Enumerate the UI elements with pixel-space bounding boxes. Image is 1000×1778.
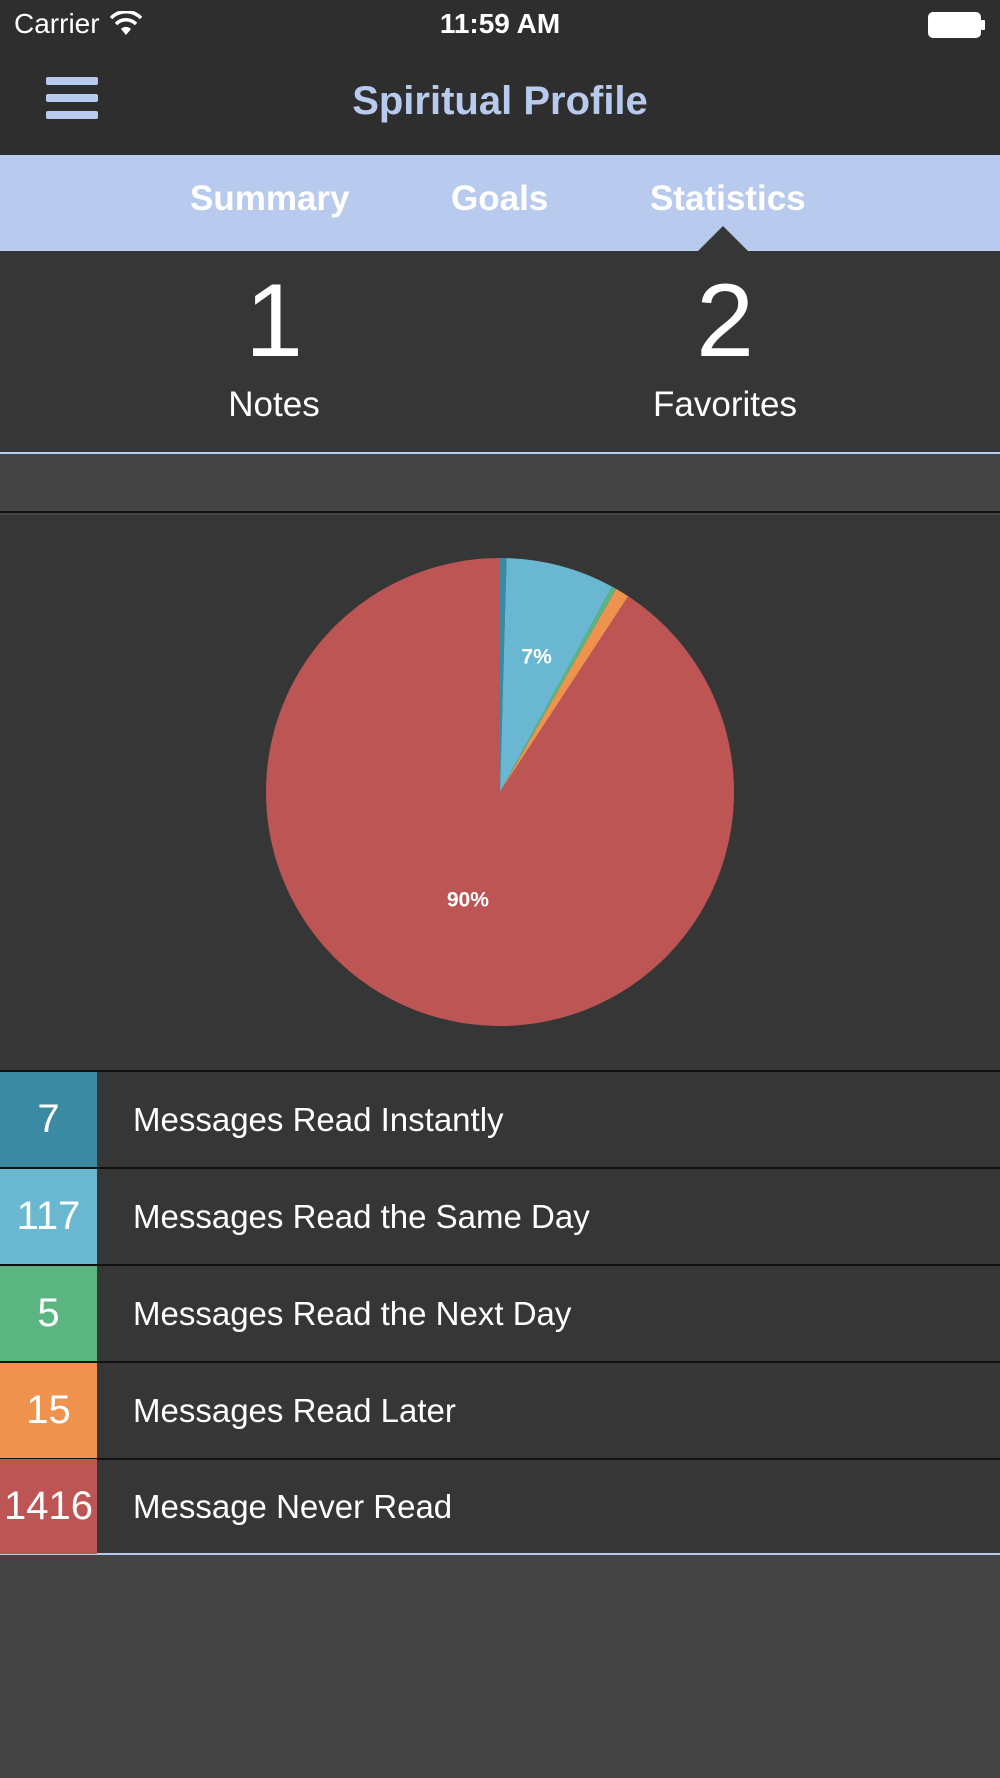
legend-item-messages-read-the-next-day: 5 Messages Read the Next Day [0, 1264, 1000, 1361]
legend-count: 5 [0, 1266, 97, 1361]
legend-label: Messages Read Later [133, 1391, 456, 1429]
status-time: 11:59 AM [439, 8, 561, 39]
legend-list: 7 Messages Read Instantly 117 Messages Read… [0, 1070, 1000, 1555]
legend-item-message-never-read: 1416 Message Never Read [0, 1458, 1000, 1555]
section-divider [0, 455, 1000, 513]
legend-count: 7 [0, 1072, 97, 1167]
legend-item-messages-read-the-same-day: 117 Messages Read the Same Day [0, 1167, 1000, 1264]
page-title: Spiritual Profile [352, 79, 648, 123]
legend-item-messages-read-later: 15 Messages Read Later [0, 1361, 1000, 1458]
battery-icon [928, 12, 985, 38]
navigation-bar: Spiritual Profile [0, 52, 1000, 155]
tab-summary[interactable]: Summary [190, 179, 350, 219]
legend-count: 1416 [0, 1459, 97, 1554]
active-tab-indicator [698, 226, 748, 251]
notes-count-value: 1 [245, 263, 303, 379]
legend-label: Messages Read Instantly [133, 1100, 504, 1138]
legend-label: Messages Read the Same Day [133, 1197, 590, 1235]
tab-statistics[interactable]: Statistics [650, 179, 806, 219]
notes-count-label: Notes [228, 385, 320, 424]
favorites-count-value: 2 [696, 263, 754, 379]
tab-bar: Summary Goals Statistics [0, 155, 1000, 251]
pie-chart: 7% 90% [266, 558, 734, 1026]
pie-slice-data-label: 7% [521, 645, 552, 668]
legend-count: 15 [0, 1363, 97, 1458]
notes-count[interactable]: 1 Notes [124, 269, 424, 425]
legend-item-messages-read-instantly: 7 Messages Read Instantly [0, 1070, 1000, 1167]
status-bar: Carrier 11:59 AM [0, 0, 1000, 52]
favorites-count[interactable]: 2 Favorites [575, 269, 875, 425]
legend-count: 117 [0, 1169, 97, 1264]
favorites-count-label: Favorites [653, 385, 797, 424]
pie-chart-area: 7% 90% [0, 515, 1000, 1070]
tab-goals[interactable]: Goals [451, 179, 548, 219]
legend-label: Message Never Read [133, 1487, 453, 1525]
stats-counts: 1 Notes 2 Favorites [0, 251, 1000, 454]
pie-slice-data-label: 90% [447, 889, 489, 912]
legend-label: Messages Read the Next Day [133, 1294, 572, 1332]
